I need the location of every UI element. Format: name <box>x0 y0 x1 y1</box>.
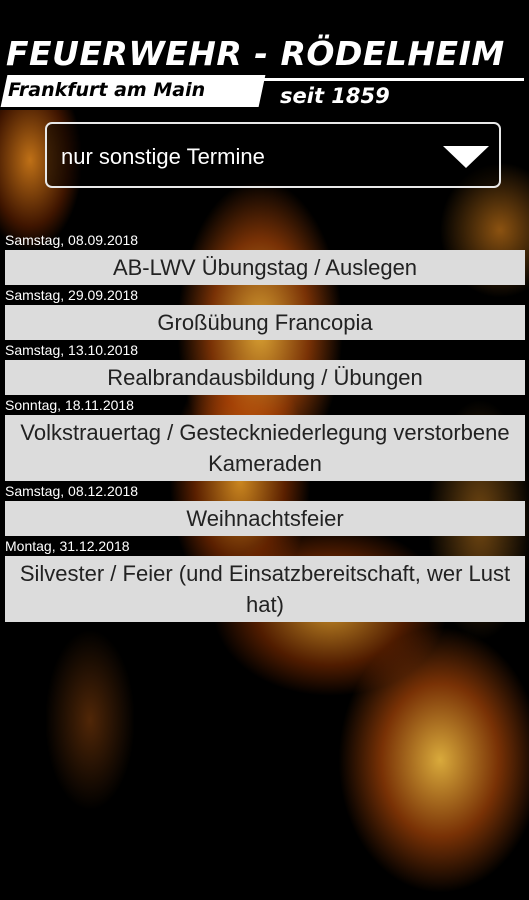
event-title-button[interactable]: Realbrandausbildung / Übungen <box>5 360 525 395</box>
event-date: Samstag, 08.12.2018 <box>5 483 139 499</box>
event-list: Samstag, 08.09.2018 AB-LWV Übungstag / A… <box>0 230 529 622</box>
event-title-button[interactable]: Volkstrauertag / Gesteckniederlegung ver… <box>5 415 525 481</box>
logo-title: FEUERWEHR - RÖDELHEIM <box>6 34 505 73</box>
event-date: Montag, 31.12.2018 <box>5 538 130 554</box>
event-title-button[interactable]: Großübung Francopia <box>5 305 525 340</box>
list-item: Sonntag, 18.11.2018 Volkstrauertag / Ges… <box>0 395 529 481</box>
logo-divider <box>264 78 524 81</box>
logo-subtitle: Frankfurt am Main <box>8 79 206 101</box>
list-item: Samstag, 29.09.2018 Großübung Francopia <box>0 285 529 340</box>
list-item: Samstag, 13.10.2018 Realbrandausbildung … <box>0 340 529 395</box>
event-filter-dropdown[interactable]: nur sonstige Termine <box>45 122 501 188</box>
header-logo: FEUERWEHR - RÖDELHEIM Frankfurt am Main … <box>0 0 529 110</box>
logo: FEUERWEHR - RÖDELHEIM Frankfurt am Main … <box>0 18 529 108</box>
event-date: Samstag, 29.09.2018 <box>5 287 139 303</box>
event-date: Samstag, 08.09.2018 <box>5 232 139 248</box>
event-date: Samstag, 13.10.2018 <box>5 342 139 358</box>
chevron-down-icon <box>443 146 489 168</box>
list-item: Samstag, 08.12.2018 Weihnachtsfeier <box>0 481 529 536</box>
event-filter-value: nur sonstige Termine <box>61 144 265 169</box>
list-item: Samstag, 08.09.2018 AB-LWV Übungstag / A… <box>0 230 529 285</box>
app-screen: FEUERWEHR - RÖDELHEIM Frankfurt am Main … <box>0 0 529 900</box>
event-title-button[interactable]: AB-LWV Übungstag / Auslegen <box>5 250 525 285</box>
event-title-button[interactable]: Weihnachtsfeier <box>5 501 525 536</box>
event-date: Sonntag, 18.11.2018 <box>5 397 134 413</box>
logo-since: seit 1859 <box>280 84 390 108</box>
list-item: Montag, 31.12.2018 Silvester / Feier (un… <box>0 536 529 622</box>
event-title-button[interactable]: Silvester / Feier (und Einsatzbereitscha… <box>5 556 525 622</box>
